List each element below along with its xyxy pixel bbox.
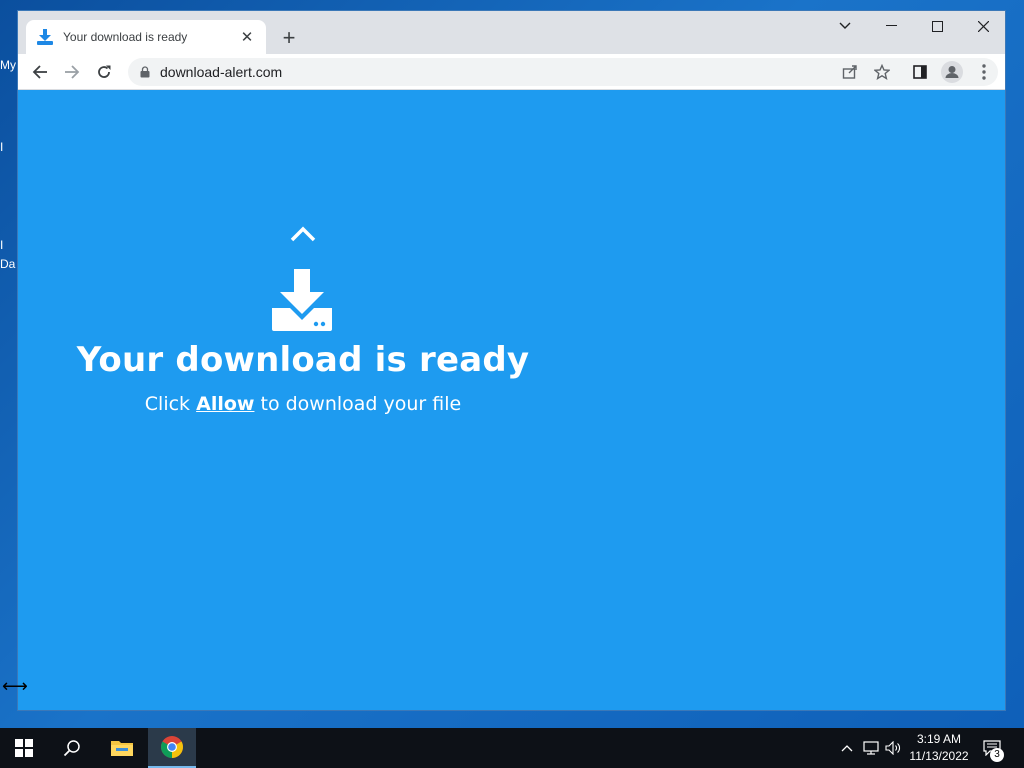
profile-button[interactable] xyxy=(938,58,966,86)
tab-close-icon[interactable]: ✕ xyxy=(238,28,256,46)
back-button[interactable] xyxy=(26,58,54,86)
taskbar: 3:19 AM 11/13/2022 3 xyxy=(0,728,1024,768)
reload-icon xyxy=(98,65,111,78)
close-window-button[interactable] xyxy=(960,11,1006,41)
share-icon[interactable] xyxy=(836,58,864,86)
clock-time: 3:19 AM xyxy=(916,732,962,746)
page-title: Your download is ready xyxy=(76,340,530,380)
chrome-taskbar-button[interactable] xyxy=(148,728,196,768)
title-bar: Your download is ready ✕ + xyxy=(18,11,1005,54)
chevron-up-icon xyxy=(290,226,316,247)
maximize-button[interactable] xyxy=(914,11,960,41)
side-panel-button[interactable] xyxy=(906,58,934,86)
chrome-icon xyxy=(161,736,183,758)
volume-icon[interactable] xyxy=(882,728,904,768)
tab-search-button[interactable] xyxy=(822,11,868,41)
reload-button[interactable] xyxy=(90,58,118,86)
browser-tab[interactable]: Your download is ready ✕ xyxy=(26,20,266,54)
page-subtitle: Click Allow to download your file xyxy=(18,393,588,415)
desktop-icon-label[interactable]: I xyxy=(0,140,18,154)
desktop-icon-label[interactable]: Da xyxy=(0,257,18,271)
chevron-down-icon xyxy=(839,22,851,29)
arrow-right-icon xyxy=(65,65,80,79)
maximize-icon xyxy=(931,20,943,32)
clock-date: 11/13/2022 xyxy=(909,749,969,763)
file-explorer-button[interactable] xyxy=(98,728,146,768)
start-button[interactable] xyxy=(0,728,48,768)
tab-title: Your download is ready xyxy=(63,30,188,44)
bookmark-star-icon[interactable] xyxy=(868,58,896,86)
forward-button[interactable] xyxy=(58,58,86,86)
windows-logo-icon xyxy=(15,739,33,757)
download-icon xyxy=(270,266,334,337)
arrow-left-icon xyxy=(32,65,47,79)
desktop-icon-label[interactable]: My xyxy=(0,58,18,72)
show-hidden-icons-button[interactable] xyxy=(838,728,856,768)
browser-window: Your download is ready ✕ + download-aler… xyxy=(17,10,1006,711)
address-bar[interactable]: download-alert.com xyxy=(128,58,998,86)
allow-link[interactable]: Allow xyxy=(196,393,254,415)
network-icon[interactable] xyxy=(860,728,882,768)
url-text: download-alert.com xyxy=(160,64,283,80)
page-content: Your download is ready Click Allow to do… xyxy=(18,90,1005,710)
system-clock[interactable]: 3:19 AM 11/13/2022 xyxy=(902,731,976,765)
download-favicon-icon xyxy=(36,28,54,46)
minimize-icon xyxy=(885,25,897,26)
more-vert-icon xyxy=(982,64,986,80)
folder-icon xyxy=(111,741,133,756)
close-icon xyxy=(977,20,989,32)
chevron-up-icon xyxy=(841,745,853,752)
new-tab-button[interactable]: + xyxy=(276,25,302,51)
minimize-button[interactable] xyxy=(868,11,914,41)
search-button[interactable] xyxy=(48,728,96,768)
notification-count-badge: 3 xyxy=(990,748,1004,762)
side-panel-icon xyxy=(913,65,927,79)
resize-cursor-icon: ⟷ xyxy=(2,676,28,696)
browser-toolbar: download-alert.com xyxy=(18,54,1005,90)
search-icon xyxy=(63,740,80,757)
menu-button[interactable] xyxy=(970,58,998,86)
subtitle-prefix: Click xyxy=(144,393,197,415)
desktop-icon-label[interactable]: I xyxy=(0,238,18,252)
subtitle-suffix: to download your file xyxy=(254,393,462,415)
profile-avatar-icon xyxy=(941,61,963,83)
lock-icon[interactable] xyxy=(140,66,150,78)
